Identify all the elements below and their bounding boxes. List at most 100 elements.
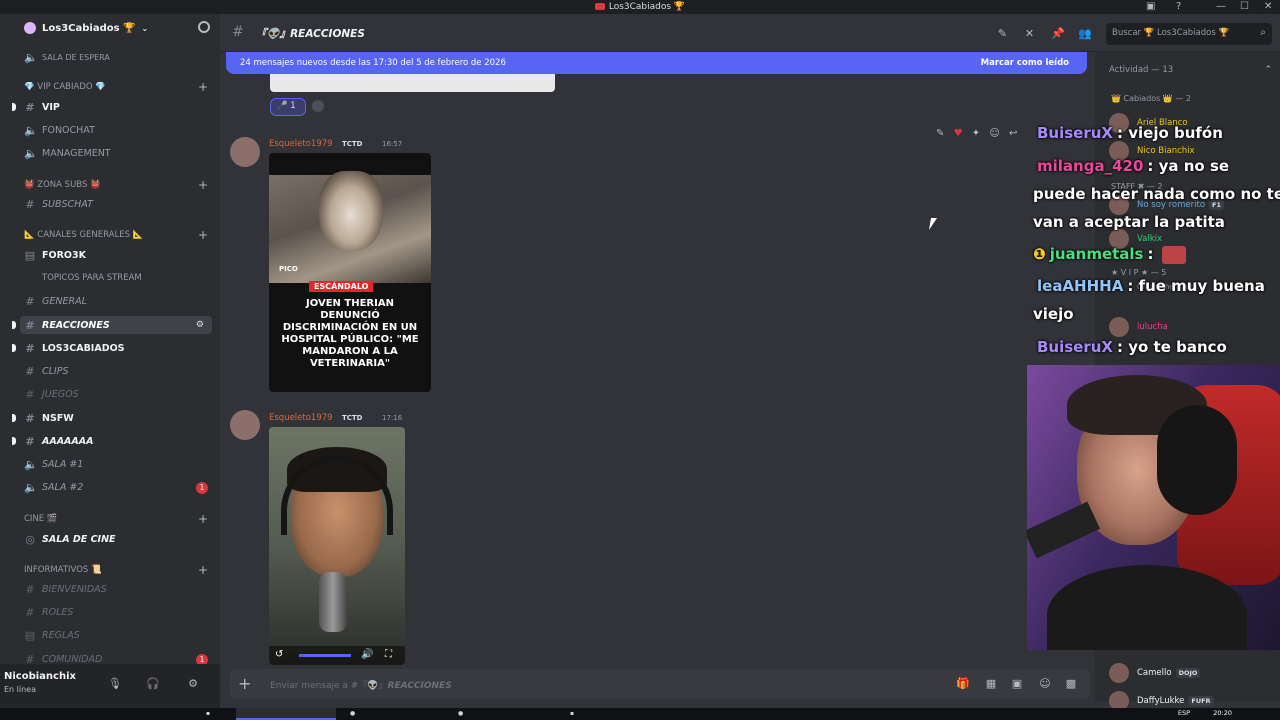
channel-aaaaaaa[interactable]: # AAAAAAA (24, 432, 214, 450)
unread-indicator (12, 414, 16, 422)
video-attachment[interactable]: ↺ 🔊 ⛶ (269, 427, 405, 665)
channel-bienvenidas[interactable]: # BIENVENIDAS (24, 580, 214, 598)
fullscreen-icon[interactable]: ⛶ (385, 649, 392, 660)
image-attachment[interactable]: PICO ESCÁNDALO JOVEN THERIAN DENUNCIÓ DI… (269, 153, 431, 392)
language-indicator[interactable]: ESP (1178, 709, 1190, 717)
upload-plus-icon[interactable]: + (238, 674, 251, 693)
channel-management[interactable]: 🔈 MANAGEMENT (24, 144, 214, 162)
message-composer[interactable]: + Enviar mensaje a #『👽』REACCIONES 🎁 ▦ ▣ … (230, 669, 1090, 699)
mark-as-read-button[interactable]: Marcar como leído (981, 58, 1069, 68)
add-channel-icon[interactable]: + (198, 512, 208, 526)
pin-icon[interactable]: 📌 (1051, 27, 1065, 40)
taskbar-app-icon[interactable]: ▪ (570, 710, 574, 718)
message-author[interactable]: Esqueleto1979 (269, 139, 333, 149)
speaker-icon: 🔈 (24, 50, 38, 64)
channel-reglas[interactable]: ▤ REGLAS (24, 626, 214, 644)
category-general[interactable]: 📐 CANALES GENERALES 📐 + (24, 228, 214, 242)
category-subs[interactable]: 👹 ZONA SUBS 👹 + (24, 178, 214, 192)
reaction-button[interactable]: 🎤 1 (270, 98, 306, 116)
channel-title: 『👽』REACCIONES (256, 28, 365, 40)
threads-icon[interactable]: ✎ (996, 27, 1009, 40)
speaker-icon: 🔈 (24, 457, 38, 471)
channel-general[interactable]: # GENERAL (24, 292, 214, 310)
channel-fonochat[interactable]: 🔈 FONOCHAT (24, 121, 214, 139)
microphone-icon[interactable]: 🎙 (108, 677, 122, 691)
taskbar-active-app[interactable] (236, 708, 336, 720)
reaction-emoji-icon[interactable]: ✦ (972, 128, 980, 139)
username[interactable]: Nicobianchix (4, 671, 76, 682)
reply-icon[interactable]: ↩ (1009, 128, 1017, 139)
stage-channel-sala-de-cine[interactable]: ◎ SALA DE CINE (24, 530, 214, 548)
hash-icon: # (25, 582, 35, 596)
avatar[interactable] (230, 410, 260, 440)
inbox-icon[interactable]: ▣ (1146, 0, 1155, 14)
taskbar-app-icon[interactable]: ▪ (206, 710, 210, 718)
voice-channel-sala1[interactable]: 🔈 SALA #1 (24, 455, 214, 473)
overlay-chat-line: van a aceptar la patita (1033, 213, 1225, 231)
channel-vip[interactable]: # VIP (24, 98, 214, 116)
hash-icon: # (25, 411, 35, 425)
volume-icon[interactable]: 🔊 (361, 649, 373, 660)
maximize-button[interactable]: ☐ (1240, 0, 1249, 14)
category-vip[interactable]: 💎 VIP CABIADO 💎 + (24, 80, 214, 94)
minimize-button[interactable]: — (1216, 0, 1226, 14)
taskbar-app-icon[interactable]: ● (458, 710, 463, 718)
channel-foro3k[interactable]: ▤ FORO3K (24, 246, 214, 264)
channel-subschat[interactable]: # SUBSCHAT (24, 195, 214, 213)
members-icon[interactable]: 👥 (1078, 27, 1092, 40)
video-progress-bar[interactable] (299, 654, 351, 657)
member-item[interactable]: lulucha (1109, 316, 1168, 338)
replay-icon[interactable]: ↺ (275, 649, 283, 660)
heart-icon[interactable]: ♥ (954, 128, 963, 139)
settings-icon[interactable]: ⚙ (196, 320, 204, 330)
thread-topicos[interactable]: TOPICOS PARA STREAM (42, 269, 214, 287)
add-channel-icon[interactable]: + (198, 563, 208, 577)
add-member-icon[interactable] (198, 21, 210, 33)
message-author[interactable]: Esqueleto1979 (269, 413, 333, 423)
channel-clips[interactable]: # CLIPS (24, 362, 214, 380)
help-icon[interactable]: ? (1176, 0, 1181, 14)
add-channel-icon[interactable]: + (198, 80, 208, 94)
gift-icon[interactable]: 🎁 (956, 677, 970, 691)
emoji-icon[interactable]: ☺ (1038, 677, 1052, 691)
channel-reacciones[interactable]: # REACCIONES ⚙ (20, 316, 212, 334)
search-icon: ⌕ (1260, 27, 1266, 38)
search-input[interactable]: Buscar 🏆 Los3Cabiados 🏆 ⌕ (1106, 23, 1272, 45)
overlay-chat-line: viejo (1033, 305, 1074, 323)
new-messages-banner[interactable]: 24 mensajes nuevos desde las 17:30 del 5… (226, 52, 1087, 74)
member-item[interactable]: Camello DOJO (1109, 662, 1201, 684)
apps-icon[interactable]: ▩ (1064, 677, 1078, 691)
system-clock[interactable]: 20:20 (1213, 709, 1232, 717)
gear-icon[interactable]: ⚙ (186, 677, 200, 691)
add-channel-icon[interactable]: + (198, 178, 208, 192)
mute-icon[interactable]: ✕ (1023, 27, 1036, 40)
chevron-up-icon[interactable]: ⌃ (1264, 65, 1272, 75)
channel-comunidad[interactable]: # COMUNIDAD (24, 650, 214, 665)
gif-icon[interactable]: ▦ (984, 677, 998, 691)
add-reaction-icon[interactable]: ☺ (989, 128, 999, 139)
channel-los3cabiados[interactable]: # LOS3CABIADOS (24, 339, 214, 357)
activity-header: Actividad — 13 (1109, 65, 1174, 75)
close-button[interactable]: ✕ (1264, 0, 1272, 14)
hash-icon: # (25, 197, 35, 211)
previous-image-attachment[interactable] (270, 74, 555, 92)
channel-sidebar: Los3Cabiados 🏆 ⌄ 🔈 SALA DE ESPERA 💎 VIP C… (0, 14, 220, 664)
server-header[interactable]: Los3Cabiados 🏆 ⌄ (0, 14, 220, 42)
channel-nsfw[interactable]: # NSFW (24, 409, 214, 427)
add-channel-icon[interactable]: + (198, 228, 208, 242)
voice-channel-sala2[interactable]: 🔈 SALA #2 (24, 478, 214, 496)
add-reaction-icon[interactable] (312, 100, 324, 112)
avatar[interactable] (230, 137, 260, 167)
headphones-icon[interactable]: 🎧 (146, 677, 160, 691)
reaction-emoji-icon[interactable]: ✎ (936, 128, 944, 139)
speaker-icon: 🔈 (24, 123, 38, 137)
sticker-icon[interactable]: ▣ (1010, 677, 1024, 691)
category-info[interactable]: INFORMATIVOS 📜 + (24, 563, 214, 577)
hash-icon: # (25, 364, 35, 378)
avatar (1109, 663, 1129, 683)
taskbar-app-icon[interactable]: ● (350, 710, 355, 718)
category-cine[interactable]: CINE 🎬 + (24, 512, 214, 526)
voice-channel-waiting[interactable]: 🔈 SALA DE ESPERA (24, 48, 214, 66)
channel-juegos[interactable]: # JUEGOS (24, 385, 214, 403)
channel-roles[interactable]: # ROLES (24, 603, 214, 621)
